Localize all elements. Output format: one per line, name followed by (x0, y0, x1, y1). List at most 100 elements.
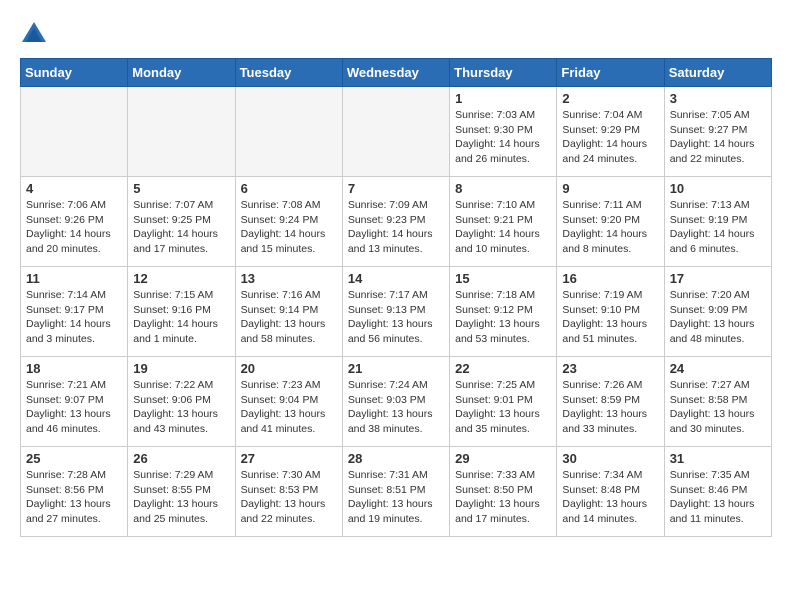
day-number: 28 (348, 451, 444, 466)
day-info: Sunrise: 7:35 AM Sunset: 8:46 PM Dayligh… (670, 468, 766, 527)
day-info: Sunrise: 7:21 AM Sunset: 9:07 PM Dayligh… (26, 378, 122, 437)
day-number: 21 (348, 361, 444, 376)
day-number: 8 (455, 181, 551, 196)
day-number: 1 (455, 91, 551, 106)
calendar-cell: 26Sunrise: 7:29 AM Sunset: 8:55 PM Dayli… (128, 447, 235, 537)
day-number: 27 (241, 451, 337, 466)
calendar-cell: 3 Sunrise: 7:05 AM Sunset: 9:27 PM Daylig… (664, 87, 771, 177)
weekday-header-wednesday: Wednesday (342, 59, 449, 87)
calendar-cell: 22 Sunrise: 7:25 AM Sunset: 9:01 PM Dayli… (450, 357, 557, 447)
day-info: Sunrise: 7:16 AM Sunset: 9:14 PM Dayligh… (241, 288, 337, 347)
day-info: Sunrise: 7:34 AM Sunset: 8:48 PM Dayligh… (562, 468, 658, 527)
day-number: 13 (241, 271, 337, 286)
calendar-cell: 11Sunrise: 7:14 AM Sunset: 9:17 PM Dayli… (21, 267, 128, 357)
day-number: 4 (26, 181, 122, 196)
calendar-cell: 8 Sunrise: 7:10 AM Sunset: 9:21 PM Daylig… (450, 177, 557, 267)
page-header (20, 20, 772, 48)
calendar-cell: 2Sunrise: 7:04 AM Sunset: 9:29 PM Daylig… (557, 87, 664, 177)
day-number: 23 (562, 361, 658, 376)
calendar-cell (21, 87, 128, 177)
calendar-cell: 27 Sunrise: 7:30 AM Sunset: 8:53 PM Dayli… (235, 447, 342, 537)
weekday-header-thursday: Thursday (450, 59, 557, 87)
logo (20, 20, 50, 48)
weekday-header-sunday: Sunday (21, 59, 128, 87)
calendar-cell: 5 Sunrise: 7:07 AM Sunset: 9:25 PM Daylig… (128, 177, 235, 267)
calendar-cell: 19 Sunrise: 7:22 AM Sunset: 9:06 PM Dayli… (128, 357, 235, 447)
day-info: Sunrise: 7:27 AM Sunset: 8:58 PM Dayligh… (670, 378, 766, 437)
day-number: 29 (455, 451, 551, 466)
day-number: 30 (562, 451, 658, 466)
calendar-cell: 6Sunrise: 7:08 AM Sunset: 9:24 PM Daylig… (235, 177, 342, 267)
logo-icon (20, 20, 48, 48)
day-number: 3 (670, 91, 766, 106)
day-info: Sunrise: 7:24 AM Sunset: 9:03 PM Dayligh… (348, 378, 444, 437)
calendar-week-4: 18 Sunrise: 7:21 AM Sunset: 9:07 PM Dayli… (21, 357, 772, 447)
day-info: Sunrise: 7:03 AM Sunset: 9:30 PM Dayligh… (455, 108, 551, 167)
calendar-cell: 16 Sunrise: 7:19 AM Sunset: 9:10 PM Dayli… (557, 267, 664, 357)
day-number: 20 (241, 361, 337, 376)
calendar-cell: 7 Sunrise: 7:09 AM Sunset: 9:23 PM Daylig… (342, 177, 449, 267)
calendar-cell: 17Sunrise: 7:20 AM Sunset: 9:09 PM Dayli… (664, 267, 771, 357)
day-info: Sunrise: 7:23 AM Sunset: 9:04 PM Dayligh… (241, 378, 337, 437)
day-info: Sunrise: 7:08 AM Sunset: 9:24 PM Dayligh… (241, 198, 337, 257)
day-number: 19 (133, 361, 229, 376)
day-number: 18 (26, 361, 122, 376)
day-number: 12 (133, 271, 229, 286)
calendar-cell: 31 Sunrise: 7:35 AM Sunset: 8:46 PM Dayli… (664, 447, 771, 537)
day-info: Sunrise: 7:22 AM Sunset: 9:06 PM Dayligh… (133, 378, 229, 437)
day-number: 9 (562, 181, 658, 196)
day-number: 15 (455, 271, 551, 286)
day-info: Sunrise: 7:09 AM Sunset: 9:23 PM Dayligh… (348, 198, 444, 257)
day-info: Sunrise: 7:33 AM Sunset: 8:50 PM Dayligh… (455, 468, 551, 527)
calendar-cell: 10 Sunrise: 7:13 AM Sunset: 9:19 PM Dayli… (664, 177, 771, 267)
day-number: 16 (562, 271, 658, 286)
calendar-cell (128, 87, 235, 177)
calendar-cell: 4 Sunrise: 7:06 AM Sunset: 9:26 PM Daylig… (21, 177, 128, 267)
day-info: Sunrise: 7:20 AM Sunset: 9:09 PM Dayligh… (670, 288, 766, 347)
calendar-cell (342, 87, 449, 177)
day-info: Sunrise: 7:31 AM Sunset: 8:51 PM Dayligh… (348, 468, 444, 527)
calendar-cell: 21 Sunrise: 7:24 AM Sunset: 9:03 PM Dayli… (342, 357, 449, 447)
calendar-cell: 18 Sunrise: 7:21 AM Sunset: 9:07 PM Dayli… (21, 357, 128, 447)
calendar-cell: 24Sunrise: 7:27 AM Sunset: 8:58 PM Dayli… (664, 357, 771, 447)
calendar-cell: 9 Sunrise: 7:11 AM Sunset: 9:20 PM Daylig… (557, 177, 664, 267)
day-number: 26 (133, 451, 229, 466)
day-number: 25 (26, 451, 122, 466)
calendar-cell: 13 Sunrise: 7:16 AM Sunset: 9:14 PM Dayli… (235, 267, 342, 357)
calendar-cell: 14Sunrise: 7:17 AM Sunset: 9:13 PM Dayli… (342, 267, 449, 357)
day-info: Sunrise: 7:13 AM Sunset: 9:19 PM Dayligh… (670, 198, 766, 257)
day-info: Sunrise: 7:11 AM Sunset: 9:20 PM Dayligh… (562, 198, 658, 257)
weekday-header-row: SundayMondayTuesdayWednesdayThursdayFrid… (21, 59, 772, 87)
day-number: 7 (348, 181, 444, 196)
calendar-cell: 28 Sunrise: 7:31 AM Sunset: 8:51 PM Dayli… (342, 447, 449, 537)
calendar-table: SundayMondayTuesdayWednesdayThursdayFrid… (20, 58, 772, 537)
calendar-cell: 29 Sunrise: 7:33 AM Sunset: 8:50 PM Dayli… (450, 447, 557, 537)
day-info: Sunrise: 7:15 AM Sunset: 9:16 PM Dayligh… (133, 288, 229, 347)
day-number: 22 (455, 361, 551, 376)
day-number: 14 (348, 271, 444, 286)
day-number: 10 (670, 181, 766, 196)
day-number: 5 (133, 181, 229, 196)
day-info: Sunrise: 7:07 AM Sunset: 9:25 PM Dayligh… (133, 198, 229, 257)
calendar-cell (235, 87, 342, 177)
day-info: Sunrise: 7:06 AM Sunset: 9:26 PM Dayligh… (26, 198, 122, 257)
day-info: Sunrise: 7:30 AM Sunset: 8:53 PM Dayligh… (241, 468, 337, 527)
day-number: 11 (26, 271, 122, 286)
day-number: 31 (670, 451, 766, 466)
calendar-week-1: 1 Sunrise: 7:03 AM Sunset: 9:30 PM Daylig… (21, 87, 772, 177)
calendar-cell: 1 Sunrise: 7:03 AM Sunset: 9:30 PM Daylig… (450, 87, 557, 177)
calendar-cell: 30 Sunrise: 7:34 AM Sunset: 8:48 PM Dayli… (557, 447, 664, 537)
weekday-header-monday: Monday (128, 59, 235, 87)
day-info: Sunrise: 7:19 AM Sunset: 9:10 PM Dayligh… (562, 288, 658, 347)
weekday-header-friday: Friday (557, 59, 664, 87)
calendar-cell: 15 Sunrise: 7:18 AM Sunset: 9:12 PM Dayli… (450, 267, 557, 357)
weekday-header-saturday: Saturday (664, 59, 771, 87)
day-info: Sunrise: 7:25 AM Sunset: 9:01 PM Dayligh… (455, 378, 551, 437)
day-info: Sunrise: 7:05 AM Sunset: 9:27 PM Dayligh… (670, 108, 766, 167)
day-info: Sunrise: 7:18 AM Sunset: 9:12 PM Dayligh… (455, 288, 551, 347)
calendar-week-5: 25Sunrise: 7:28 AM Sunset: 8:56 PM Dayli… (21, 447, 772, 537)
day-info: Sunrise: 7:10 AM Sunset: 9:21 PM Dayligh… (455, 198, 551, 257)
weekday-header-tuesday: Tuesday (235, 59, 342, 87)
calendar-week-3: 11Sunrise: 7:14 AM Sunset: 9:17 PM Dayli… (21, 267, 772, 357)
calendar-week-2: 4 Sunrise: 7:06 AM Sunset: 9:26 PM Daylig… (21, 177, 772, 267)
